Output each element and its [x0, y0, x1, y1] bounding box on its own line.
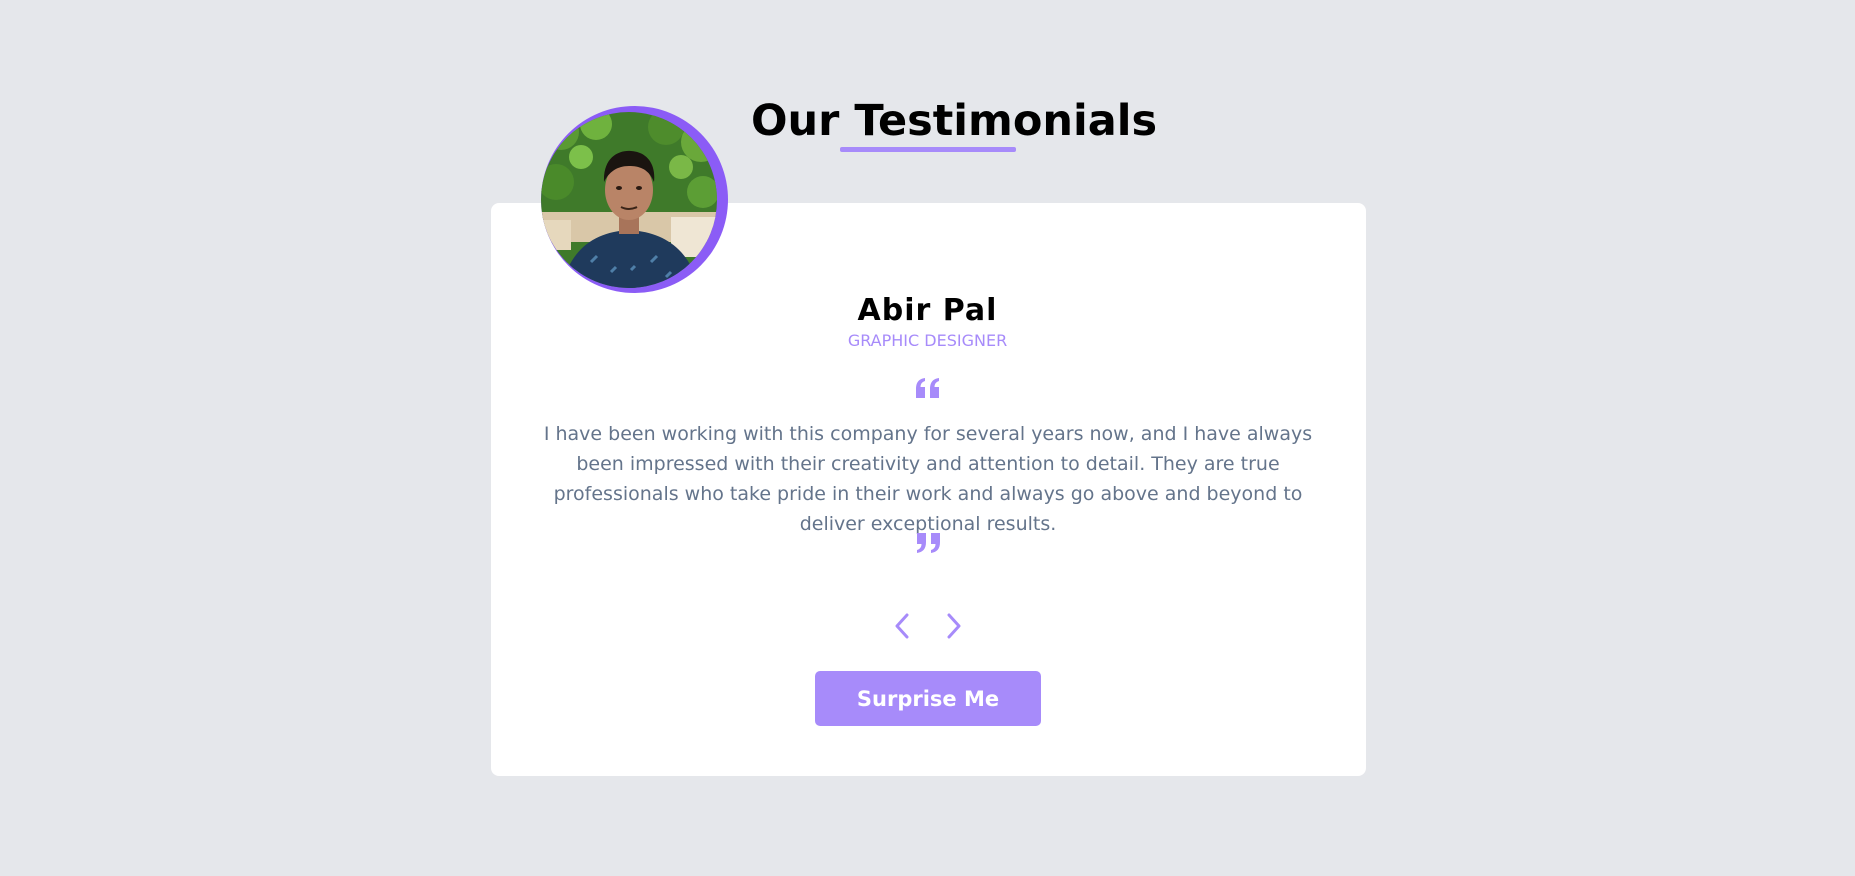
person-name: Abir Pal — [857, 293, 998, 328]
quote-left-icon — [916, 378, 939, 398]
surprise-me-button[interactable]: Surprise Me — [815, 671, 1041, 726]
title-underline — [840, 147, 1016, 152]
prev-button[interactable] — [888, 611, 916, 641]
chevron-left-icon — [895, 613, 909, 639]
chevron-right-icon — [947, 613, 961, 639]
avatar — [541, 112, 717, 288]
next-button[interactable] — [940, 611, 968, 641]
quote-right-icon — [917, 533, 940, 553]
person-role: GRAPHIC DESIGNER — [847, 331, 1008, 350]
testimonial-text: I have been working with this company fo… — [543, 423, 1313, 535]
avatar-photo — [541, 112, 717, 288]
page-title: Our Testimonials — [751, 96, 1158, 146]
